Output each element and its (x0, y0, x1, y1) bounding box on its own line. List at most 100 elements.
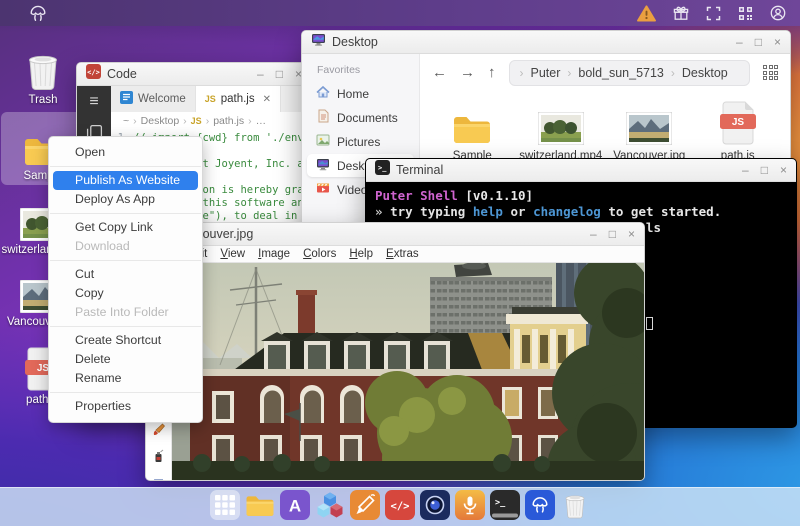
dock-item-puter-app[interactable] (525, 489, 555, 522)
js-file-icon: JS (696, 99, 781, 145)
terminal-text: » (375, 204, 391, 219)
svg-text:A: A (289, 496, 301, 515)
file-item-vancouver-jpg[interactable]: Vancouver.jpg (607, 99, 692, 162)
breadcrumb-part: ~ (123, 114, 130, 127)
sidebar-item-documents[interactable]: Documents (307, 106, 414, 129)
fullscreen-icon[interactable] (706, 6, 721, 21)
context-menu-item-get-copy-link[interactable]: Get Copy Link (49, 218, 202, 237)
menu-hamburger-icon[interactable]: ≡ (89, 94, 98, 110)
context-menu-item-paste-into-folder[interactable]: Paste Into Folder (49, 303, 202, 322)
trash-icon (1, 39, 85, 91)
gift-icon[interactable] (673, 5, 689, 21)
js-file-icon: JS (204, 94, 216, 104)
maximize-button[interactable]: □ (276, 68, 283, 80)
dock-item-camera-app[interactable] (420, 489, 450, 525)
sidebar-item-label: Home (337, 86, 370, 101)
breadcrumb-segment-bold_sun_5713[interactable]: bold_sun_5713 (578, 66, 664, 80)
sidebar-item-label: Documents (337, 110, 398, 125)
editor-breadcrumb[interactable]: ~ › Desktop › JS › path.js ›… (111, 112, 311, 129)
warning-icon[interactable] (637, 4, 656, 22)
tab-close-icon[interactable]: ✕ (263, 94, 271, 105)
file-item-sample[interactable]: Sample (430, 99, 515, 162)
menu-help[interactable]: Help (349, 248, 373, 260)
viewer-window-titlebar[interactable]: Vancouver.jpg – □ × (146, 223, 644, 246)
breadcrumb-separator: › (133, 114, 137, 127)
context-menu-item-publish-as-website[interactable]: Publish As Website (53, 171, 198, 190)
minimize-button[interactable]: – (257, 68, 264, 80)
forward-arrow-icon[interactable]: → (460, 65, 475, 80)
text-tool-icon[interactable]: T (151, 476, 166, 481)
dock-item-paint-app[interactable] (350, 489, 380, 526)
maximize-button[interactable]: □ (761, 164, 768, 176)
file-item-path-js[interactable]: JS path.js (696, 99, 781, 162)
context-menu-item-copy[interactable]: Copy (49, 284, 202, 303)
tab-welcome-label: Welcome (138, 93, 186, 105)
desktop-icon-trash[interactable]: Trash (1, 36, 85, 109)
minimize-button[interactable]: – (736, 36, 743, 48)
context-menu-item-cut[interactable]: Cut (49, 265, 202, 284)
camera-icon (420, 489, 450, 525)
context-menu-item-delete[interactable]: Delete (49, 350, 202, 369)
recorder-icon (455, 489, 485, 525)
back-arrow-icon[interactable]: ← (432, 65, 447, 80)
ink-tool-icon[interactable] (151, 449, 166, 469)
dock-item-app-center[interactable] (315, 492, 345, 522)
maximize-button[interactable]: □ (609, 228, 616, 240)
dock-item-terminal-app[interactable]: >_ (490, 489, 520, 526)
context-menu-item-deploy-as-app[interactable]: Deploy As App (49, 190, 202, 209)
tab-pathjs[interactable]: JS path.js ✕ (195, 86, 282, 112)
context-menu-item-rename[interactable]: Rename (49, 369, 202, 388)
terminal-line: » try typing help or changelog to get st… (375, 204, 787, 220)
menu-view[interactable]: View (220, 248, 245, 260)
terminal-window-titlebar[interactable]: >_ Terminal – □ × (366, 159, 796, 182)
menu-extras[interactable]: Extras (386, 248, 419, 260)
dock-item-text-editor-app[interactable]: A (280, 489, 310, 522)
breadcrumb[interactable]: › Puter › bold_sun_5713 › Desktop (508, 59, 750, 86)
minimize-button[interactable]: – (742, 164, 749, 176)
files-window-titlebar[interactable]: Desktop – □ × (302, 31, 790, 54)
file-item-switzerland-mp4[interactable]: switzerland.mp4 (519, 99, 604, 162)
up-arrow-icon[interactable]: ↑ (488, 65, 496, 80)
svg-text:>_: >_ (378, 164, 387, 172)
desktop-background[interactable]: Trash Sample switzerland.mp4 Vancouver.jpg J… (0, 0, 800, 526)
dock-item-trash[interactable] (560, 492, 590, 522)
context-menu-item-properties[interactable]: Properties (49, 397, 202, 416)
tab-welcome[interactable]: Welcome (111, 86, 196, 112)
context-menu-item-download[interactable]: Download (49, 237, 202, 256)
pictures-icon (316, 133, 330, 150)
videos-icon (316, 181, 330, 198)
breadcrumb-part: path.js (213, 114, 245, 127)
code-window-titlebar[interactable]: </> Code – □ × (77, 63, 311, 86)
close-button[interactable]: × (774, 36, 781, 48)
menu-image[interactable]: Image (258, 248, 290, 260)
puter-logo-icon[interactable] (28, 3, 48, 23)
brush-tool-icon[interactable] (151, 422, 166, 442)
terminal-window-controls: – □ × (742, 164, 787, 176)
menu-colors[interactable]: Colors (303, 248, 336, 260)
qr-icon[interactable] (738, 6, 753, 21)
sidebar-item-label: Pictures (337, 134, 381, 149)
account-icon[interactable] (770, 5, 786, 21)
desktop-icon (316, 157, 330, 174)
minimize-button[interactable]: – (590, 228, 597, 240)
breadcrumb-segment-desktop[interactable]: Desktop (682, 66, 728, 80)
top-bar (0, 0, 800, 26)
dock-item-code-app[interactable]: </> (385, 489, 415, 526)
context-menu-item-open[interactable]: Open (49, 143, 202, 162)
sidebar-item-home[interactable]: Home (307, 82, 414, 105)
dock: A </> >_ (0, 487, 800, 526)
sidebar-heading: Favorites (317, 64, 361, 76)
breadcrumb-segment-puter[interactable]: Puter (531, 66, 561, 80)
close-button[interactable]: × (780, 164, 787, 176)
context-menu-item-create-shortcut[interactable]: Create Shortcut (49, 331, 202, 350)
welcome-tab-icon (120, 91, 133, 107)
svg-text:JS: JS (732, 117, 745, 128)
dock-item-files-app[interactable] (245, 492, 275, 526)
close-button[interactable]: × (628, 228, 635, 240)
sidebar-item-pictures[interactable]: Pictures (307, 130, 414, 153)
dock-item-recorder-app[interactable] (455, 489, 485, 525)
grid-view-icon[interactable] (763, 65, 778, 80)
menu-separator (50, 166, 201, 167)
maximize-button[interactable]: □ (755, 36, 762, 48)
dock-item-app-launcher[interactable] (210, 489, 240, 522)
